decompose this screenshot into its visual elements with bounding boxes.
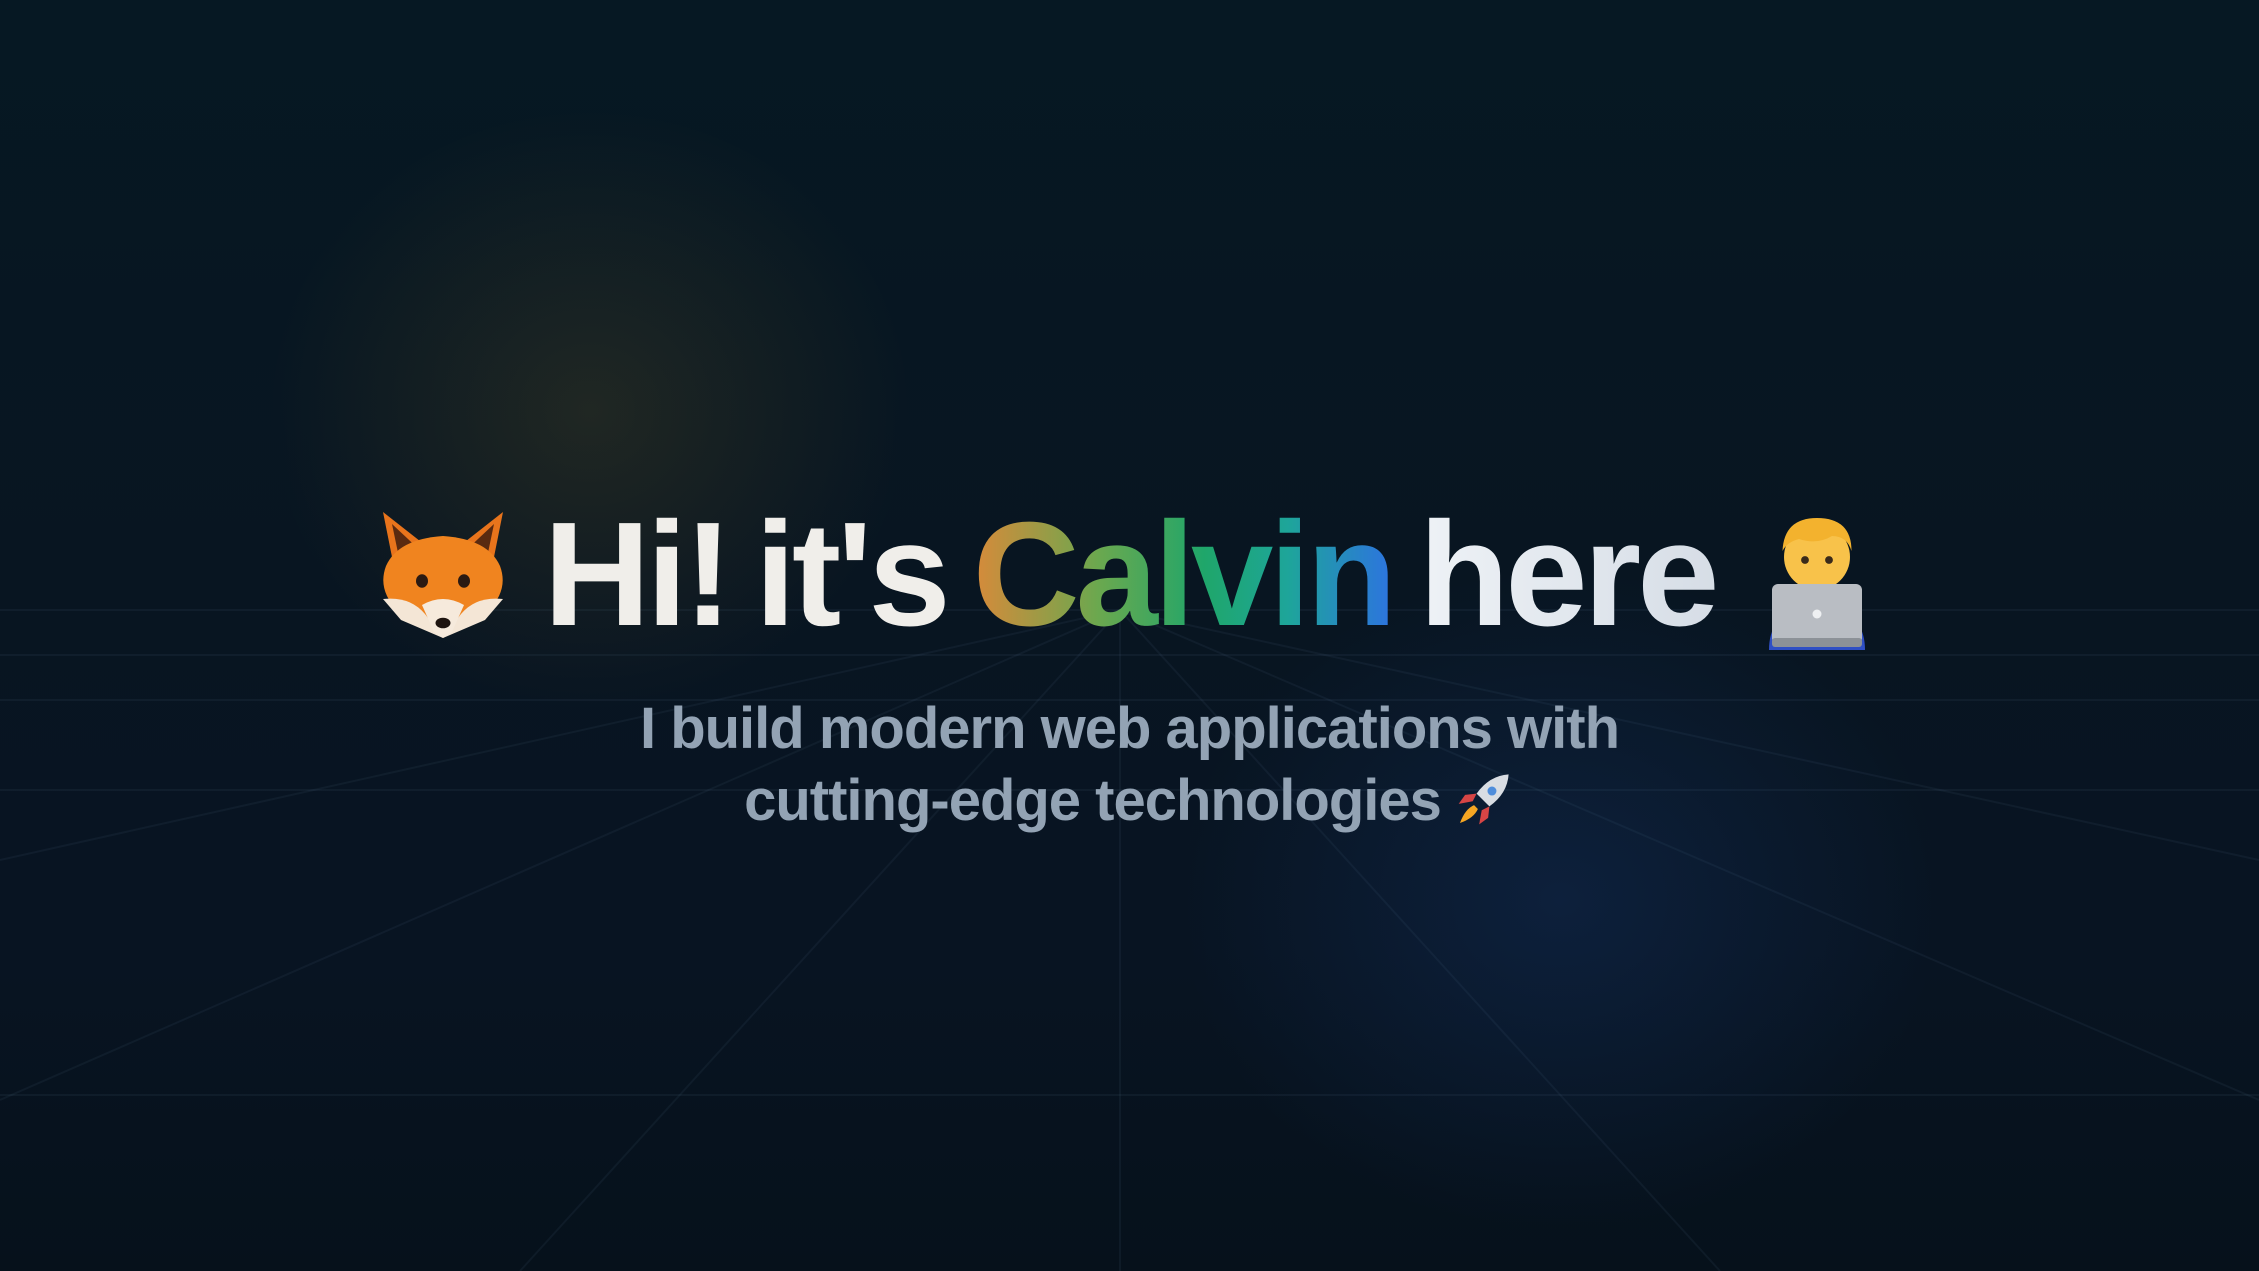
subtitle-line-1: I build modern web applications with [639,696,1620,761]
hero-section: Hi! it's Calvin here I build modern web … [0,500,2259,837]
hero-subtitle: I build modern web applications with cut… [0,693,2259,837]
name-highlight: Calvin [972,492,1397,657]
subtitle-line-2-text: cutting-edge technologies [744,768,1442,833]
hero-headline: Hi! it's Calvin here [368,500,1892,650]
subtitle-line-2: cutting-edge technologies [0,765,2259,837]
here-word: here [1418,492,1720,657]
its-word: it's [754,492,951,657]
technologist-laptop-icon [1768,518,1865,650]
greeting-word: Hi! [543,492,733,657]
fox-face-icon [382,512,503,638]
rocket-icon [1458,774,1509,825]
